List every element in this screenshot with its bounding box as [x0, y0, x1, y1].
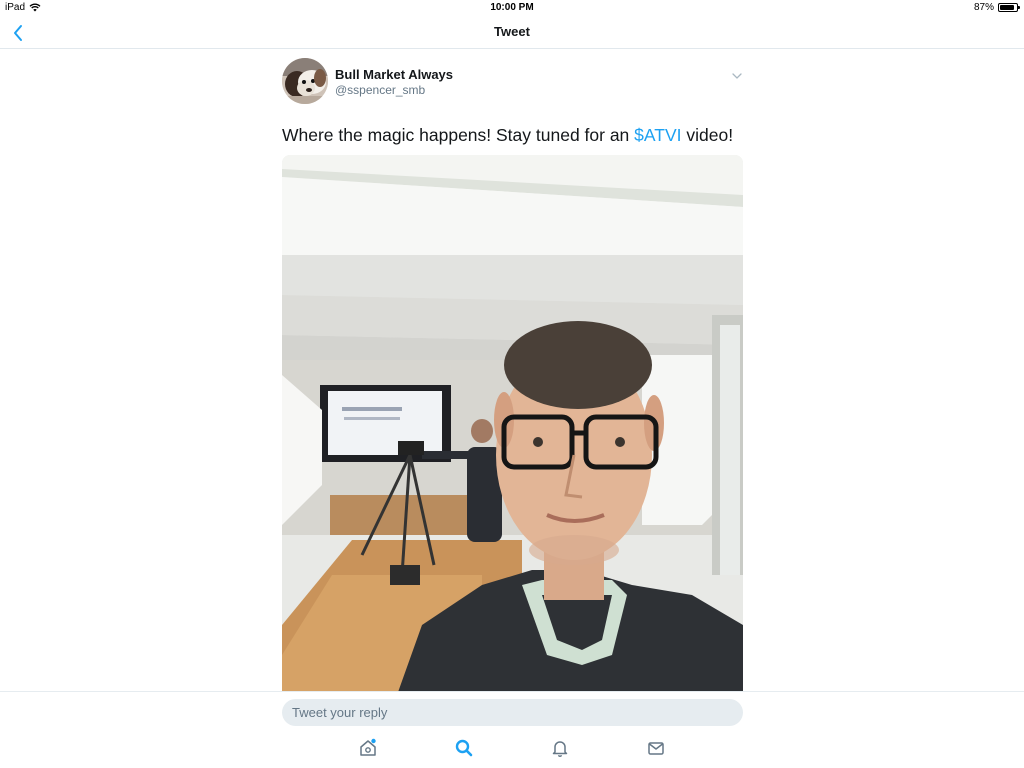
tweet-photo[interactable]: [282, 155, 743, 695]
messages-icon[interactable]: [646, 738, 666, 758]
avatar[interactable]: [282, 58, 328, 104]
tweet-text-start: Where the magic happens! Stay tuned for …: [282, 125, 635, 145]
selfie-photo-image: [282, 155, 743, 695]
reply-input[interactable]: Tweet your reply: [282, 699, 743, 726]
status-right: 87%: [973, 2, 1020, 13]
status-time: 10:00 PM: [490, 2, 534, 13]
author-handle: @sspencer_smb: [335, 83, 426, 97]
avatar-image: [282, 58, 328, 104]
notifications-icon[interactable]: [550, 738, 570, 758]
tweet-text-end: video!: [681, 125, 734, 145]
page-title: Tweet: [494, 24, 530, 39]
battery-level: [1000, 5, 1014, 10]
chevron-down-icon[interactable]: [731, 70, 743, 82]
battery-percent: 87%: [973, 2, 994, 13]
tweet-text: Where the magic happens! Stay tuned for …: [282, 125, 733, 146]
home-icon[interactable]: [358, 738, 378, 758]
cashtag-link[interactable]: $ATVI: [634, 125, 681, 145]
author-name[interactable]: Bull Market Always: [335, 67, 453, 82]
status-bar: iPad 10:00 PM 87%: [0, 0, 1024, 16]
bottom-bar: Tweet your reply: [0, 691, 1024, 768]
nav-bar: Tweet: [0, 16, 1024, 49]
battery-icon: [998, 3, 1020, 12]
search-icon[interactable]: [454, 738, 474, 758]
